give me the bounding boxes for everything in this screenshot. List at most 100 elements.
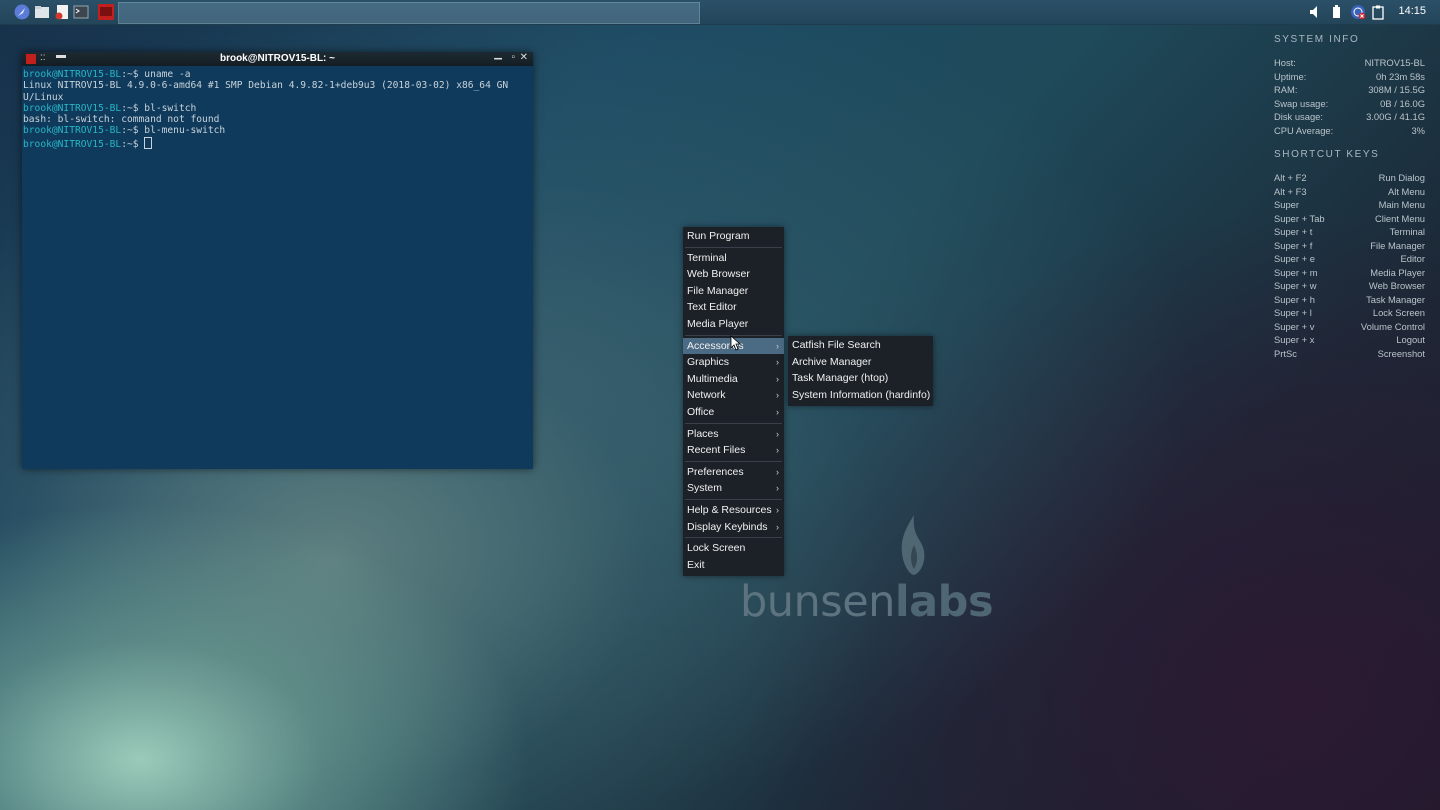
menu-item-places[interactable]: Places › [683, 426, 784, 443]
menu-item-graphics[interactable]: Graphics › [683, 354, 784, 371]
conky-value: File Manager [1370, 239, 1425, 251]
conky-row: Super + v Volume Control [1274, 320, 1425, 334]
terminal-text: :~$ uname -a [121, 69, 191, 80]
menu-item-office[interactable]: Office › [683, 404, 784, 421]
menu-item-label: Web Browser [687, 268, 750, 281]
conky-key: Super + e [1274, 253, 1315, 264]
conky-row: PrtSc Screenshot [1274, 347, 1425, 361]
conky-key: Super + v [1274, 320, 1315, 332]
conky-value: Terminal [1389, 226, 1425, 237]
submenu-arrow-icon: › [776, 466, 779, 477]
conky-key: Super + Tab [1274, 212, 1325, 224]
terminal-line: brook@NITROV15-BL:~$ [23, 136, 532, 150]
menu-item-network[interactable]: Network › [683, 387, 784, 404]
menu-item-web-browser[interactable]: Web Browser [683, 266, 784, 283]
submenu-item-archive-manager[interactable]: Archive Manager [788, 354, 933, 371]
terminal-line: Linux NITROV15-BL 4.9.0-6-amd64 #1 SMP D… [23, 80, 532, 91]
conky-row: Super + t Terminal [1274, 225, 1425, 239]
conky-row: Super + h Task Manager [1274, 293, 1425, 307]
conky-key: Swap usage: [1274, 97, 1329, 109]
conky-value: Screenshot [1377, 347, 1425, 359]
submenu-arrow-icon: › [776, 357, 779, 368]
conky-row: Super + e Editor [1274, 252, 1425, 266]
menu-item-label: Lock Screen [687, 542, 746, 555]
system-info-list: Host: NITROV15-BL Uptime: 0h 23m 58s RAM: 308… [1274, 56, 1425, 137]
clipboard-icon[interactable] [1372, 4, 1384, 20]
conky-row: Super + l Lock Screen [1274, 306, 1425, 320]
conky-row: Super + x Logout [1274, 333, 1425, 347]
menu-item-system[interactable]: System › [683, 480, 784, 497]
menu-item-label: Text Editor [687, 301, 737, 314]
menu-item-terminal[interactable]: Terminal [683, 250, 784, 267]
menu-item-text-editor[interactable]: Text Editor [683, 299, 784, 316]
terminal-icon[interactable] [72, 3, 90, 21]
conky-value: Web Browser [1368, 280, 1425, 291]
battery-icon[interactable] [1330, 4, 1342, 20]
conky-row: Super + Tab Client Menu [1274, 212, 1425, 226]
conky-value: 3.00G / 41.1G [1366, 111, 1425, 122]
conky-row: Uptime: 0h 23m 58s [1274, 70, 1425, 84]
menu-item-label: Terminal [687, 251, 727, 264]
network-icon[interactable] [1350, 4, 1366, 20]
terminal-line: brook@NITROV15-BL:~$ bl-switch [23, 103, 532, 114]
menu-item-label: Run Program [687, 230, 750, 242]
submenu-item-catfish-file-search[interactable]: Catfish File Search [788, 337, 933, 354]
menu-item-label: Office [687, 405, 715, 418]
terminal-text: U/Linux [23, 91, 64, 103]
conky-row: Swap usage: 0B / 16.0G [1274, 97, 1425, 111]
submenu-item-task-manager-htop[interactable]: Task Manager (htop) [788, 370, 933, 387]
conky-row: Super + w Web Browser [1274, 279, 1425, 293]
web-browser-icon[interactable] [13, 3, 31, 21]
minimize-icon[interactable]: ▁ [494, 49, 502, 60]
terminal-output[interactable]: brook@NITROV15-BL:~$ uname -a Linux NITRO… [22, 66, 533, 150]
text-editor-icon[interactable] [53, 3, 71, 21]
conky-value: Task Manager [1366, 293, 1425, 305]
conky-key: Uptime: [1274, 70, 1307, 82]
clock[interactable]: 14:15 [1398, 5, 1426, 17]
menu-item-preferences[interactable]: Preferences › [683, 464, 784, 481]
submenu-item-system-information-hardinfo[interactable]: System Information (hardinfo) [788, 387, 933, 404]
flame-icon [901, 515, 925, 575]
terminal-prompt: brook@NITROV15-BL [23, 69, 122, 80]
conky-key: Super [1274, 199, 1300, 210]
conky-value: Logout [1396, 334, 1425, 345]
menu-item-file-manager[interactable]: File Manager [683, 283, 784, 300]
conky-row: Super + m Media Player [1274, 266, 1425, 280]
menu-item-label: Exit [687, 558, 705, 571]
terminal-window-icon[interactable] [97, 3, 115, 21]
bunsenlabs-logo: bunsenlabs [740, 515, 1000, 627]
conky-key: RAM: [1274, 84, 1298, 95]
conky-row: Disk usage: 3.00G / 41.1G [1274, 110, 1425, 124]
menu-item-label: System [687, 482, 723, 495]
terminal-text: :~$ bl-menu-switch [121, 125, 226, 137]
conky-value: Media Player [1370, 266, 1425, 278]
menu-item-run-program[interactable]: Run Program [683, 228, 784, 245]
conky-row: Super Main Menu [1274, 198, 1425, 212]
conky-row: CPU Average: 3% [1274, 124, 1425, 138]
terminal-window[interactable]: :: ▬ brook@NITROV15-BL: ~ ▁ ▫ ✕ brook@NI… [22, 49, 533, 469]
menu-item-label: Preferences [687, 465, 744, 478]
menu-separator [685, 498, 782, 500]
conky-value: Editor [1400, 253, 1426, 264]
taskbar-button-terminal[interactable] [118, 2, 700, 24]
logo-text-light: bunsen [740, 577, 895, 627]
close-icon[interactable]: ✕ [520, 52, 528, 63]
file-manager-icon[interactable] [33, 3, 51, 21]
maximize-icon[interactable]: ▫ [511, 52, 515, 63]
shortcut-keys-list: Alt + F2 Run Dialog Alt + F3 Alt Menu Super M… [1274, 171, 1425, 360]
conky-row: Super + f File Manager [1274, 239, 1425, 253]
conky-key: Super + f [1274, 239, 1313, 251]
accessories-submenu[interactable]: Catfish File Search Archive Manager Task M… [788, 336, 933, 407]
logo-text: bunsenlabs [740, 577, 994, 627]
menu-item-multimedia[interactable]: Multimedia › [683, 371, 784, 388]
menu-item-media-player[interactable]: Media Player [683, 316, 784, 333]
menu-item-recent-files[interactable]: Recent Files › [683, 442, 784, 459]
menu-item-label: Places [687, 427, 719, 440]
conky-value: 0h 23m 58s [1376, 70, 1425, 82]
volume-icon[interactable] [1308, 4, 1322, 20]
conky-value: Alt Menu [1388, 185, 1425, 197]
terminal-titlebar[interactable]: :: ▬ brook@NITROV15-BL: ~ ▁ ▫ ✕ [22, 49, 533, 66]
terminal-line: brook@NITROV15-BL:~$ uname -a [23, 69, 532, 80]
conky-row: RAM: 308M / 15.5G [1274, 83, 1425, 97]
logo-text-bold: labs [894, 577, 994, 627]
